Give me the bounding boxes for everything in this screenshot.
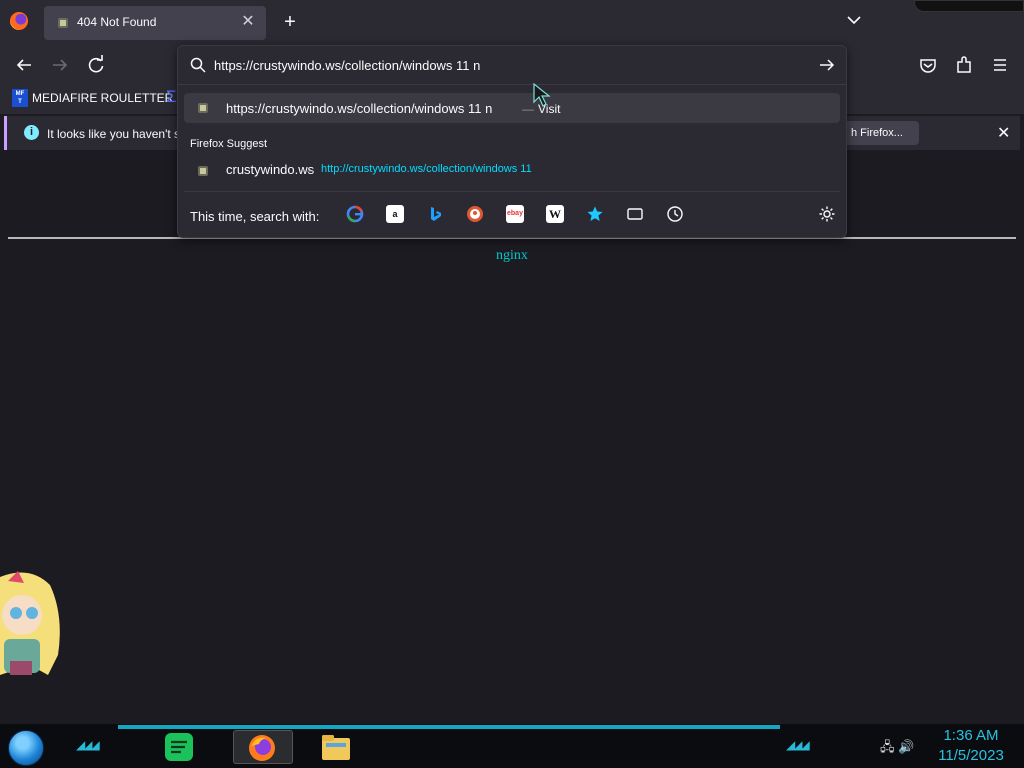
bookmark-label: MEDIAFIRE ROULETTER xyxy=(32,91,174,105)
duckduckgo-icon[interactable] xyxy=(466,205,484,223)
mediafire-favicon-icon: MF T xyxy=(12,89,28,107)
back-arrow-icon xyxy=(16,59,31,71)
amazon-icon[interactable]: a xyxy=(386,205,404,223)
notes-app-icon[interactable] xyxy=(163,730,195,764)
urlbar-separator xyxy=(178,84,846,85)
go-arrow-icon[interactable] xyxy=(818,56,836,74)
wikipedia-icon[interactable]: W xyxy=(546,205,564,223)
firefox-taskbar-button[interactable] xyxy=(233,730,293,764)
bookmarks-star-icon[interactable] xyxy=(586,205,604,223)
urlbar-dropdown: https://crustywindo.ws/collection/window… xyxy=(177,45,847,238)
taskbar-decoration: ◢◢◢ xyxy=(76,738,100,752)
pocket-button[interactable] xyxy=(915,52,941,78)
firefox-icon xyxy=(249,735,275,761)
history-icon[interactable] xyxy=(666,205,684,223)
notification-text: It looks like you haven't s xyxy=(47,127,181,141)
tab-strip: 404 Not Found ✕ + xyxy=(0,0,1024,44)
mouse-cursor-icon xyxy=(533,82,551,107)
reload-icon xyxy=(88,55,104,73)
bing-icon[interactable] xyxy=(426,205,444,223)
url-input[interactable] xyxy=(214,54,804,76)
clock-time[interactable]: 1:36 AM xyxy=(928,727,1014,744)
desktop-character-image xyxy=(0,571,60,675)
pocket-icon xyxy=(920,59,936,73)
set-default-button[interactable]: h Firefox... xyxy=(843,121,919,145)
server-signature: nginx xyxy=(496,248,528,263)
list-all-tabs-chevron-icon[interactable] xyxy=(844,10,864,30)
network-icon[interactable]: 🖧 xyxy=(880,739,895,754)
site-favicon-icon xyxy=(58,18,68,28)
search-settings-gear-icon[interactable] xyxy=(818,205,836,223)
suggestion-dash: — xyxy=(302,163,314,177)
forward-arrow-icon xyxy=(53,59,68,71)
window-decoration xyxy=(914,0,1024,12)
site-favicon-icon xyxy=(198,166,208,176)
back-button[interactable] xyxy=(11,52,37,78)
suggestion-row[interactable]: crustywindo.ws — http://crustywindo.ws/c… xyxy=(184,156,840,184)
file-explorer-icon[interactable] xyxy=(320,730,352,764)
tabs-icon[interactable] xyxy=(626,205,644,223)
hamburger-menu-icon xyxy=(994,59,1006,71)
result-title: https://crustywindo.ws/collection/window… xyxy=(226,101,493,116)
forward-button[interactable] xyxy=(47,52,73,78)
reload-button[interactable] xyxy=(83,52,109,78)
info-icon: i xyxy=(24,125,39,140)
search-icon xyxy=(190,57,206,73)
new-tab-button[interactable]: + xyxy=(279,11,301,33)
firefox-suggest-header: Firefox Suggest xyxy=(190,138,268,150)
taskbar xyxy=(0,724,1024,768)
start-button[interactable] xyxy=(8,730,44,766)
taskbar-glow xyxy=(118,725,780,729)
tab-404-not-found[interactable]: 404 Not Found ✕ xyxy=(44,6,266,40)
system-tray: 🖧 🔊 xyxy=(880,738,914,760)
result-visit-url[interactable]: https://crustywindo.ws/collection/window… xyxy=(184,93,840,123)
app-menu-button[interactable] xyxy=(987,52,1013,78)
search-with-label: This time, search with: xyxy=(190,209,320,224)
suggestion-title: crustywindo.ws xyxy=(226,162,315,177)
tab-title: 404 Not Found xyxy=(77,15,157,29)
site-favicon-icon xyxy=(198,103,208,113)
google-icon[interactable] xyxy=(346,205,364,223)
volume-icon[interactable]: 🔊 xyxy=(898,739,914,754)
firefox-menu-icon[interactable] xyxy=(10,12,28,30)
clock-date[interactable]: 11/5/2023 xyxy=(928,747,1014,764)
puzzle-icon xyxy=(957,56,971,73)
extensions-button[interactable] xyxy=(951,52,977,78)
ebay-icon[interactable]: ebay xyxy=(506,205,524,223)
taskbar-decoration: ◢◢◢ xyxy=(786,738,810,752)
close-notification-icon[interactable]: ✕ xyxy=(997,123,1010,143)
search-separator xyxy=(184,191,840,192)
bookmark-sigma-icon[interactable]: Σ xyxy=(166,87,177,107)
suggestion-url: http://crustywindo.ws/collection/windows… xyxy=(321,163,532,175)
close-tab-icon[interactable]: ✕ xyxy=(238,12,258,32)
